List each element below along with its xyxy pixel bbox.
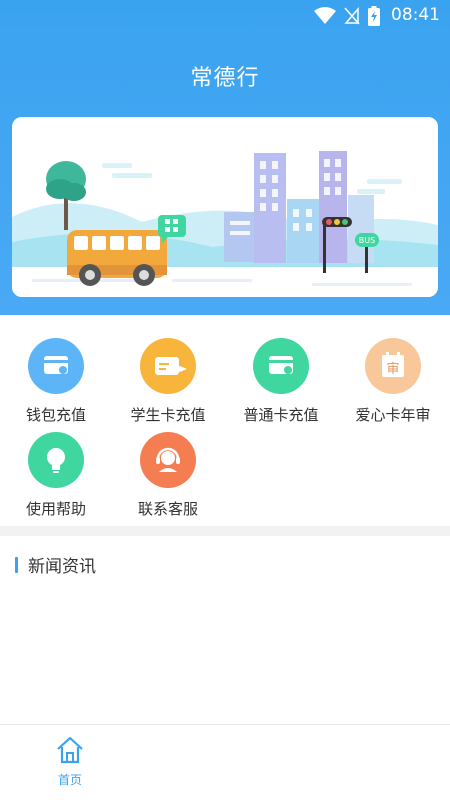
app-header: 08:41 常德行 BUS	[0, 0, 450, 315]
banner-illustration: BUS	[12, 117, 438, 297]
student-card-icon	[140, 338, 196, 394]
cloud-shape	[102, 163, 132, 168]
home-icon	[57, 736, 83, 764]
battery-charging-icon	[368, 6, 380, 26]
normal-card-icon	[253, 338, 309, 394]
news-header: 新闻资讯	[15, 552, 96, 577]
road-line	[312, 283, 412, 286]
func-label: 联系客服	[137, 500, 198, 518]
section-divider	[0, 526, 450, 536]
news-accent-bar	[15, 556, 18, 573]
student-card-recharge-button[interactable]: 学生卡充值	[112, 338, 224, 425]
tab-home-label: 首页	[57, 773, 82, 787]
lightbulb-icon	[28, 432, 84, 488]
wifi-icon	[314, 7, 336, 24]
bus-stop-pole	[365, 245, 368, 273]
building-shape	[254, 153, 286, 263]
building-shape	[287, 199, 321, 263]
cloud-shape	[357, 189, 385, 194]
tree-crown	[62, 183, 86, 201]
page-title: 常德行	[190, 66, 260, 91]
review-icon: 审	[365, 338, 421, 394]
status-icons	[314, 6, 380, 26]
headset-icon	[140, 432, 196, 488]
cloud-shape	[112, 173, 152, 178]
customer-service-button[interactable]: 联系客服	[112, 432, 224, 519]
banner[interactable]: BUS	[12, 117, 438, 297]
func-label: 学生卡充值	[130, 406, 206, 424]
no-signal-icon	[344, 7, 360, 25]
bus-stop-label: BUS	[359, 236, 375, 245]
func-label: 爱心卡年审	[355, 406, 431, 424]
func-label: 钱包充值	[25, 406, 86, 424]
bottom-tab-bar: 首页	[0, 724, 450, 800]
normal-card-recharge-button[interactable]: 普通卡充值	[225, 338, 337, 425]
help-button[interactable]: 使用帮助	[0, 432, 112, 519]
func-label: 普通卡充值	[243, 406, 319, 424]
wallet-card-icon	[28, 338, 84, 394]
tab-home[interactable]: 首页	[40, 735, 100, 788]
traffic-light-pole	[323, 221, 326, 273]
news-title: 新闻资讯	[28, 557, 96, 577]
wallet-recharge-button[interactable]: 钱包充值	[0, 338, 112, 425]
cloud-shape	[367, 179, 402, 184]
building-shape	[348, 195, 374, 263]
status-time: 08:41	[391, 5, 440, 25]
status-bar: 08:41	[0, 0, 450, 30]
road-line	[172, 279, 252, 282]
svg-text:审: 审	[386, 362, 399, 377]
love-card-review-button[interactable]: 审 爱心卡年审	[337, 338, 449, 425]
building-shape	[224, 212, 256, 262]
func-label: 使用帮助	[25, 500, 86, 518]
